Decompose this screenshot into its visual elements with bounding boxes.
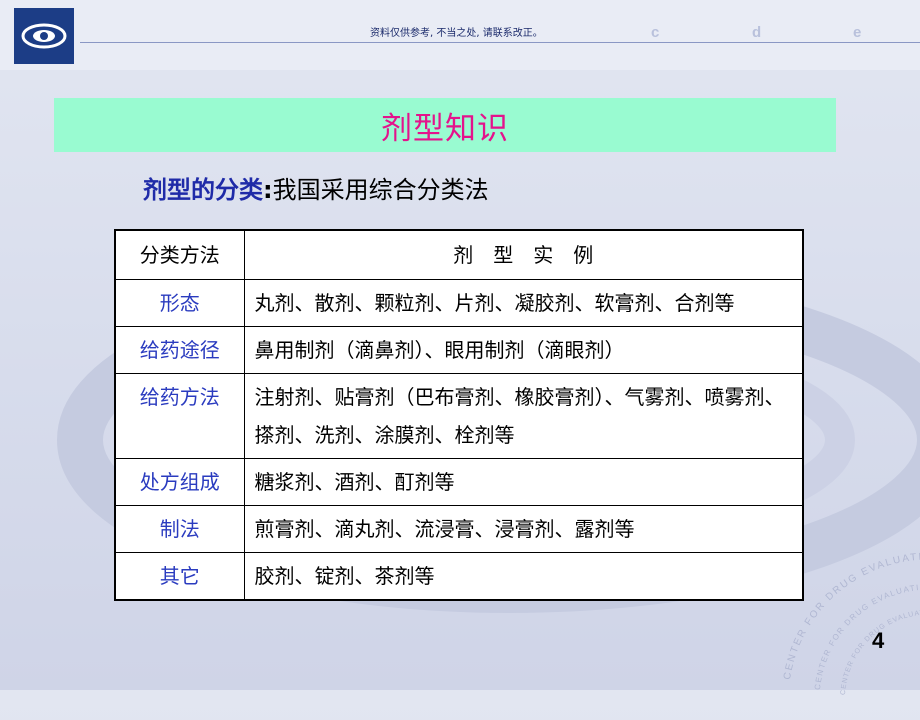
category-cell: 其它: [114, 552, 245, 601]
category-cell: 给药方法: [114, 373, 245, 459]
table-row: 形态 丸剂、散剂、颗粒剂、片剂、凝胶剂、软膏剂、合剂等: [114, 279, 804, 327]
table-header-row: 分类方法 剂 型 实 例: [114, 229, 804, 280]
header-letter-d: d: [752, 24, 762, 41]
logo-icon: [14, 8, 74, 64]
category-cell: 形态: [114, 279, 245, 327]
examples-cell: 丸剂、散剂、颗粒剂、片剂、凝胶剂、软膏剂、合剂等: [243, 279, 804, 327]
header-examples: 剂 型 实 例: [243, 229, 804, 280]
page-number: 4: [872, 628, 885, 653]
dosage-form-table: 分类方法 剂 型 实 例 形态 丸剂、散剂、颗粒剂、片剂、凝胶剂、软膏剂、合剂等…: [114, 229, 804, 601]
examples-cell: 胶剂、锭剂、茶剂等: [243, 552, 804, 601]
category-cell: 给药途径: [114, 326, 245, 374]
header-letter-c: c: [651, 24, 660, 41]
subtitle-rest: 我国采用综合分类法: [272, 176, 489, 204]
examples-cell: 注射剂、贴膏剂（巴布膏剂、橡胶膏剂）、气雾剂、喷雾剂、搽剂、洗剂、涂膜剂、栓剂等: [243, 373, 804, 459]
header-rule: [80, 42, 920, 43]
notice-text: 资料仅供参考, 不当之处, 请联系改正。: [370, 28, 543, 39]
examples-cell: 煎膏剂、滴丸剂、流浸膏、浸膏剂、露剂等: [243, 505, 804, 553]
category-cell: 制法: [114, 505, 245, 553]
header-method: 分类方法: [114, 229, 245, 280]
table-row: 给药方法 注射剂、贴膏剂（巴布膏剂、橡胶膏剂）、气雾剂、喷雾剂、搽剂、洗剂、涂膜…: [114, 373, 804, 459]
examples-cell: 鼻用制剂（滴鼻剂）、眼用制剂（滴眼剂）: [243, 326, 804, 374]
slide-title: 剂型知识: [381, 110, 509, 147]
slide-subtitle: 剂型的分类:我国采用综合分类法: [143, 170, 489, 205]
subtitle-colon: :: [263, 176, 273, 204]
subtitle-lead: 剂型的分类: [143, 176, 263, 204]
category-cell: 处方组成: [114, 458, 245, 506]
table-row: 处方组成 糖浆剂、酒剂、酊剂等: [114, 458, 804, 506]
table-row: 其它 胶剂、锭剂、茶剂等: [114, 552, 804, 601]
table-row: 给药途径 鼻用制剂（滴鼻剂）、眼用制剂（滴眼剂）: [114, 326, 804, 374]
header-letter-e: e: [853, 24, 862, 41]
table-row: 制法 煎膏剂、滴丸剂、流浸膏、浸膏剂、露剂等: [114, 505, 804, 553]
examples-cell: 糖浆剂、酒剂、酊剂等: [243, 458, 804, 506]
title-banner: 剂型知识: [54, 98, 836, 152]
